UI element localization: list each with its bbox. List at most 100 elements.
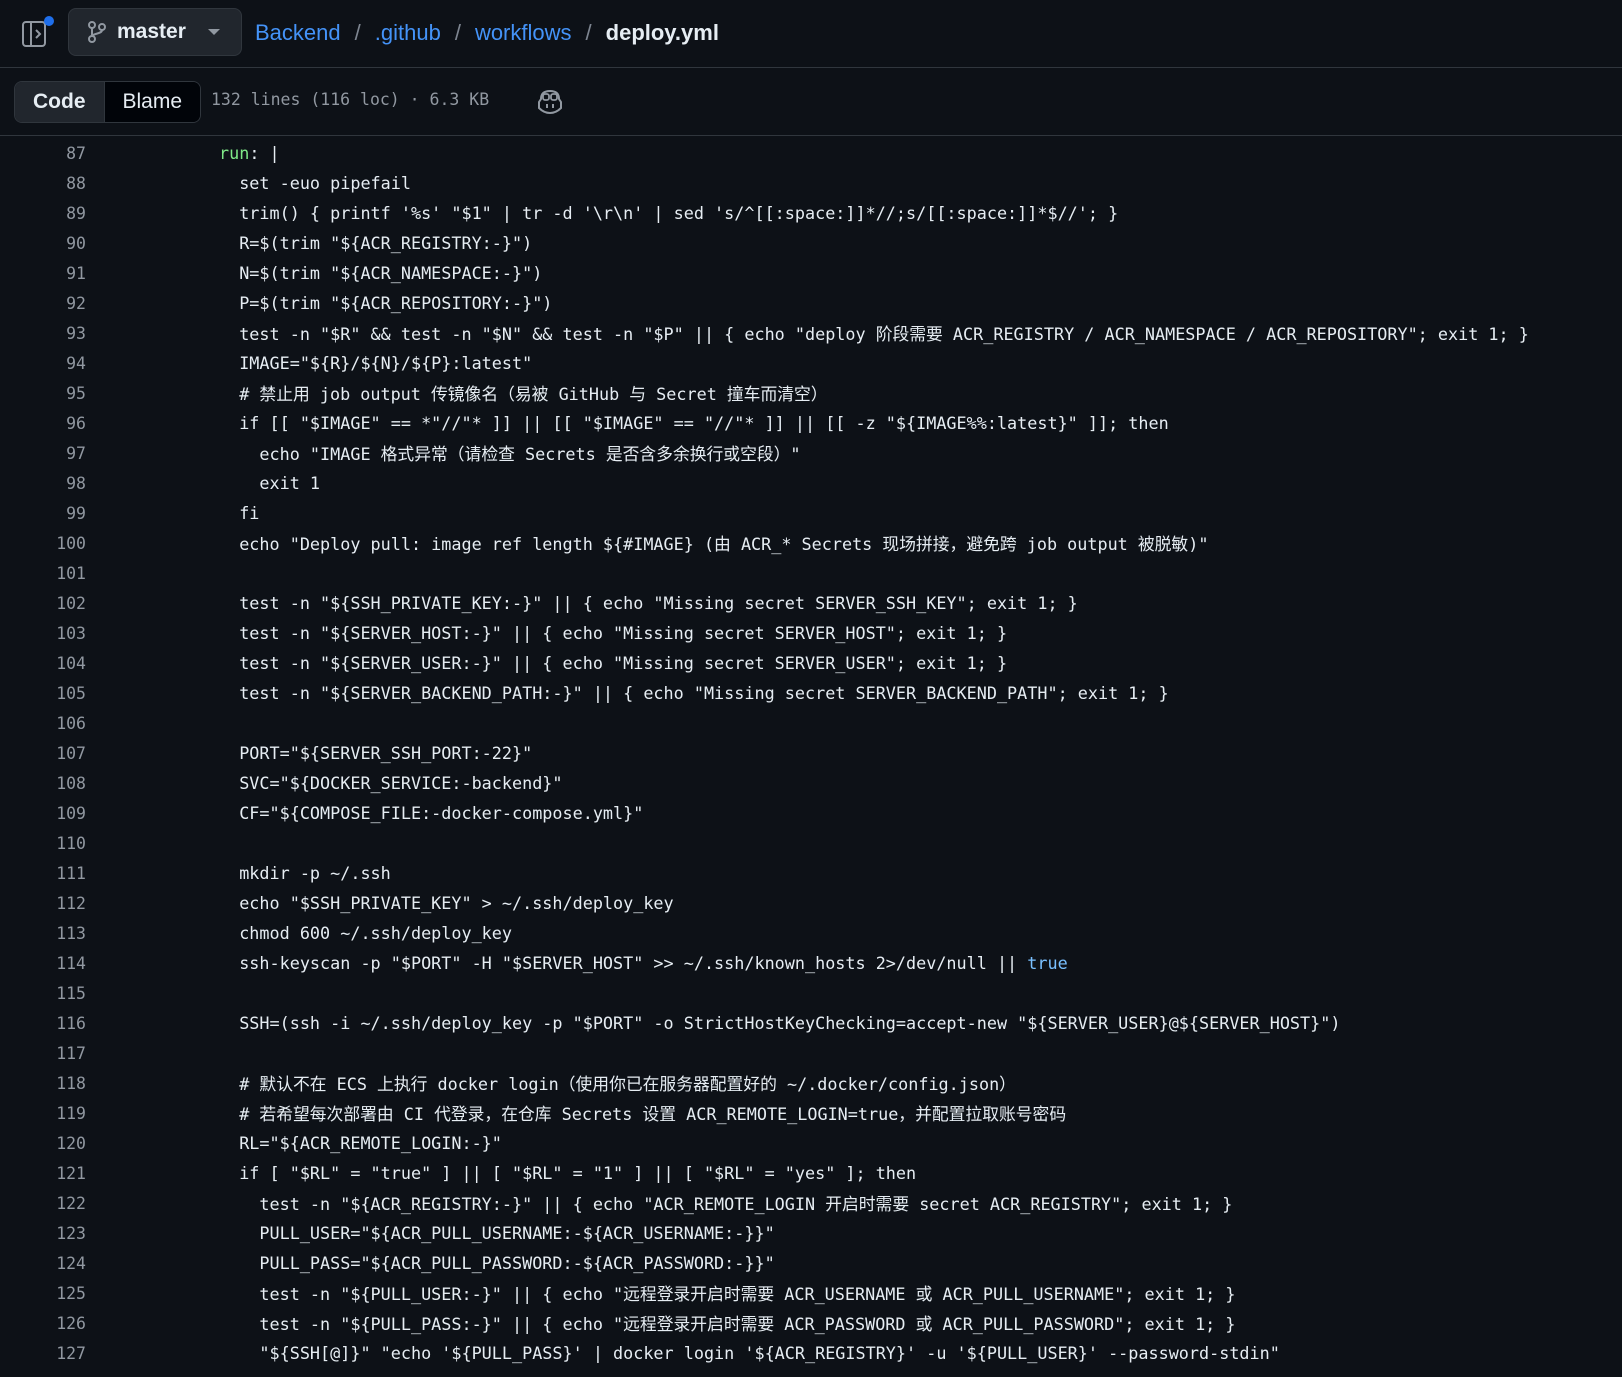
line-number[interactable]: 112 [0, 894, 86, 913]
code-line: 117 [0, 1038, 1622, 1068]
code-line: 93 test -n "$R" && test -n "$N" && test … [0, 318, 1622, 348]
line-number[interactable]: 120 [0, 1134, 86, 1153]
line-number[interactable]: 106 [0, 714, 86, 733]
line-number[interactable]: 118 [0, 1074, 86, 1093]
line-number[interactable]: 111 [0, 864, 86, 883]
triangle-down-icon [207, 27, 221, 37]
line-number[interactable]: 93 [0, 324, 86, 343]
line-number[interactable]: 126 [0, 1314, 86, 1333]
code-line: 108 SVC="${DOCKER_SERVICE:-backend}" [0, 768, 1622, 798]
copilot-icon[interactable] [535, 87, 565, 117]
code-line: 124 PULL_PASS="${ACR_PULL_PASSWORD:-${AC… [0, 1248, 1622, 1278]
code-text: mkdir -p ~/.ssh [219, 863, 391, 883]
line-number[interactable]: 105 [0, 684, 86, 703]
line-number[interactable]: 121 [0, 1164, 86, 1183]
code-text: test -n "${SERVER_BACKEND_PATH:-}" || { … [219, 683, 1169, 703]
line-number[interactable]: 99 [0, 504, 86, 523]
code-text: PULL_USER="${ACR_PULL_USERNAME:-${ACR_US… [219, 1223, 775, 1243]
code-text: # 禁止用 job output 传镜像名（易被 GitHub 与 Secret… [219, 384, 828, 404]
code-text: PULL_PASS="${ACR_PULL_PASSWORD:-${ACR_PA… [219, 1253, 775, 1273]
line-number[interactable]: 110 [0, 834, 86, 853]
code-text: exit 1 [219, 473, 321, 493]
line-number[interactable]: 101 [0, 564, 86, 583]
line-number[interactable]: 88 [0, 174, 86, 193]
code-text: echo "IMAGE 格式异常（请检查 Secrets 是否含多余换行或空段）… [219, 444, 801, 464]
code-text: if [[ "$IMAGE" == *"//"* ]] || [[ "$IMAG… [219, 413, 1169, 433]
yaml-key: run [219, 143, 250, 163]
code-text: # 若希望每次部署由 CI 代登录，在仓库 Secrets 设置 ACR_REM… [219, 1104, 1067, 1124]
line-number[interactable]: 124 [0, 1254, 86, 1273]
code-line: 94 IMAGE="${R}/${N}/${P}:latest" [0, 348, 1622, 378]
branch-name: master [117, 20, 186, 43]
line-number[interactable]: 103 [0, 624, 86, 643]
line-number[interactable]: 125 [0, 1284, 86, 1303]
code-line: 89 trim() { printf '%s' "$1" | tr -d '\r… [0, 198, 1622, 228]
line-number[interactable]: 96 [0, 414, 86, 433]
code-line: 104 test -n "${SERVER_USER:-}" || { echo… [0, 648, 1622, 678]
code-text: PORT="${SERVER_SSH_PORT:-22}" [219, 743, 533, 763]
code-text: test -n "${SERVER_USER:-}" || { echo "Mi… [219, 653, 1008, 673]
code-line: 92 P=$(trim "${ACR_REPOSITORY:-}") [0, 288, 1622, 318]
line-number[interactable]: 127 [0, 1344, 86, 1363]
line-number[interactable]: 104 [0, 654, 86, 673]
code-line: 113 chmod 600 ~/.ssh/deploy_key [0, 918, 1622, 948]
sidebar-expand-icon[interactable] [20, 14, 56, 50]
line-number[interactable]: 90 [0, 234, 86, 253]
line-number[interactable]: 92 [0, 294, 86, 313]
code-line: 87 run: | [0, 138, 1622, 168]
code-view-button[interactable]: Code [15, 82, 105, 122]
code-viewer: 87 run: | 88 set -euo pipefail 89 trim() { … [0, 136, 1622, 1377]
code-line: 99 fi [0, 498, 1622, 528]
breadcrumb-separator: / [585, 20, 592, 45]
line-number[interactable]: 102 [0, 594, 86, 613]
code-line: 98 exit 1 [0, 468, 1622, 498]
code-line: 125 test -n "${PULL_USER:-}" || { echo "… [0, 1278, 1622, 1308]
code-text: echo "$SSH_PRIVATE_KEY" > ~/.ssh/deploy_… [219, 893, 674, 913]
line-number[interactable]: 97 [0, 444, 86, 463]
code-text: test -n "${PULL_USER:-}" || { echo "远程登录… [219, 1284, 1236, 1304]
code-text: run: | [219, 143, 280, 163]
file-toolbar: Code Blame 132 lines (116 loc) · 6.3 KB [0, 68, 1622, 136]
code-text: ssh-keyscan -p "$PORT" -H "$SERVER_HOST"… [219, 953, 1068, 973]
code-text: N=$(trim "${ACR_NAMESPACE:-}") [219, 263, 543, 283]
code-line: 110 [0, 828, 1622, 858]
breadcrumb-separator: / [454, 20, 461, 45]
breadcrumb-repo-link[interactable]: Backend [255, 20, 341, 46]
code-line: 126 test -n "${PULL_PASS:-}" || { echo "… [0, 1308, 1622, 1338]
line-number[interactable]: 113 [0, 924, 86, 943]
line-number[interactable]: 89 [0, 204, 86, 223]
code-line: 114 ssh-keyscan -p "$PORT" -H "$SERVER_H… [0, 948, 1622, 978]
breadcrumb-github-dir-link[interactable]: .github [375, 20, 441, 46]
line-number[interactable]: 117 [0, 1044, 86, 1063]
file-metadata: 132 lines (116 loc) · 6.3 KB [211, 90, 490, 109]
line-number[interactable]: 94 [0, 354, 86, 373]
line-number[interactable]: 122 [0, 1194, 86, 1213]
code-text: CF="${COMPOSE_FILE:-docker-compose.yml}" [219, 803, 644, 823]
code-line: 106 [0, 708, 1622, 738]
code-text: fi [219, 503, 260, 523]
code-line: 109 CF="${COMPOSE_FILE:-docker-compose.y… [0, 798, 1622, 828]
line-number[interactable]: 116 [0, 1014, 86, 1033]
breadcrumb-workflows-dir-link[interactable]: workflows [475, 20, 572, 46]
code-line: 103 test -n "${SERVER_HOST:-}" || { echo… [0, 618, 1622, 648]
code-text: "${SSH[@]}" "echo '${PULL_PASS}' | docke… [219, 1343, 1280, 1363]
code-line: 118 # 默认不在 ECS 上执行 docker login（使用你已在服务器… [0, 1068, 1622, 1098]
code-text: # 默认不在 ECS 上执行 docker login（使用你已在服务器配置好的… [219, 1074, 1016, 1094]
line-number[interactable]: 114 [0, 954, 86, 973]
code-line: 88 set -euo pipefail [0, 168, 1622, 198]
line-number[interactable]: 109 [0, 804, 86, 823]
line-number[interactable]: 115 [0, 984, 86, 1003]
line-number[interactable]: 87 [0, 144, 86, 163]
line-number[interactable]: 91 [0, 264, 86, 283]
blame-view-button[interactable]: Blame [104, 82, 201, 122]
line-number[interactable]: 108 [0, 774, 86, 793]
code-text: SSH=(ssh -i ~/.ssh/deploy_key -p "$PORT"… [219, 1013, 1341, 1033]
code-line: 121 if [ "$RL" = "true" ] || [ "$RL" = "… [0, 1158, 1622, 1188]
line-number[interactable]: 95 [0, 384, 86, 403]
line-number[interactable]: 123 [0, 1224, 86, 1243]
line-number[interactable]: 119 [0, 1104, 86, 1123]
branch-selector-button[interactable]: master [68, 8, 242, 56]
line-number[interactable]: 98 [0, 474, 86, 493]
line-number[interactable]: 107 [0, 744, 86, 763]
line-number[interactable]: 100 [0, 534, 86, 553]
